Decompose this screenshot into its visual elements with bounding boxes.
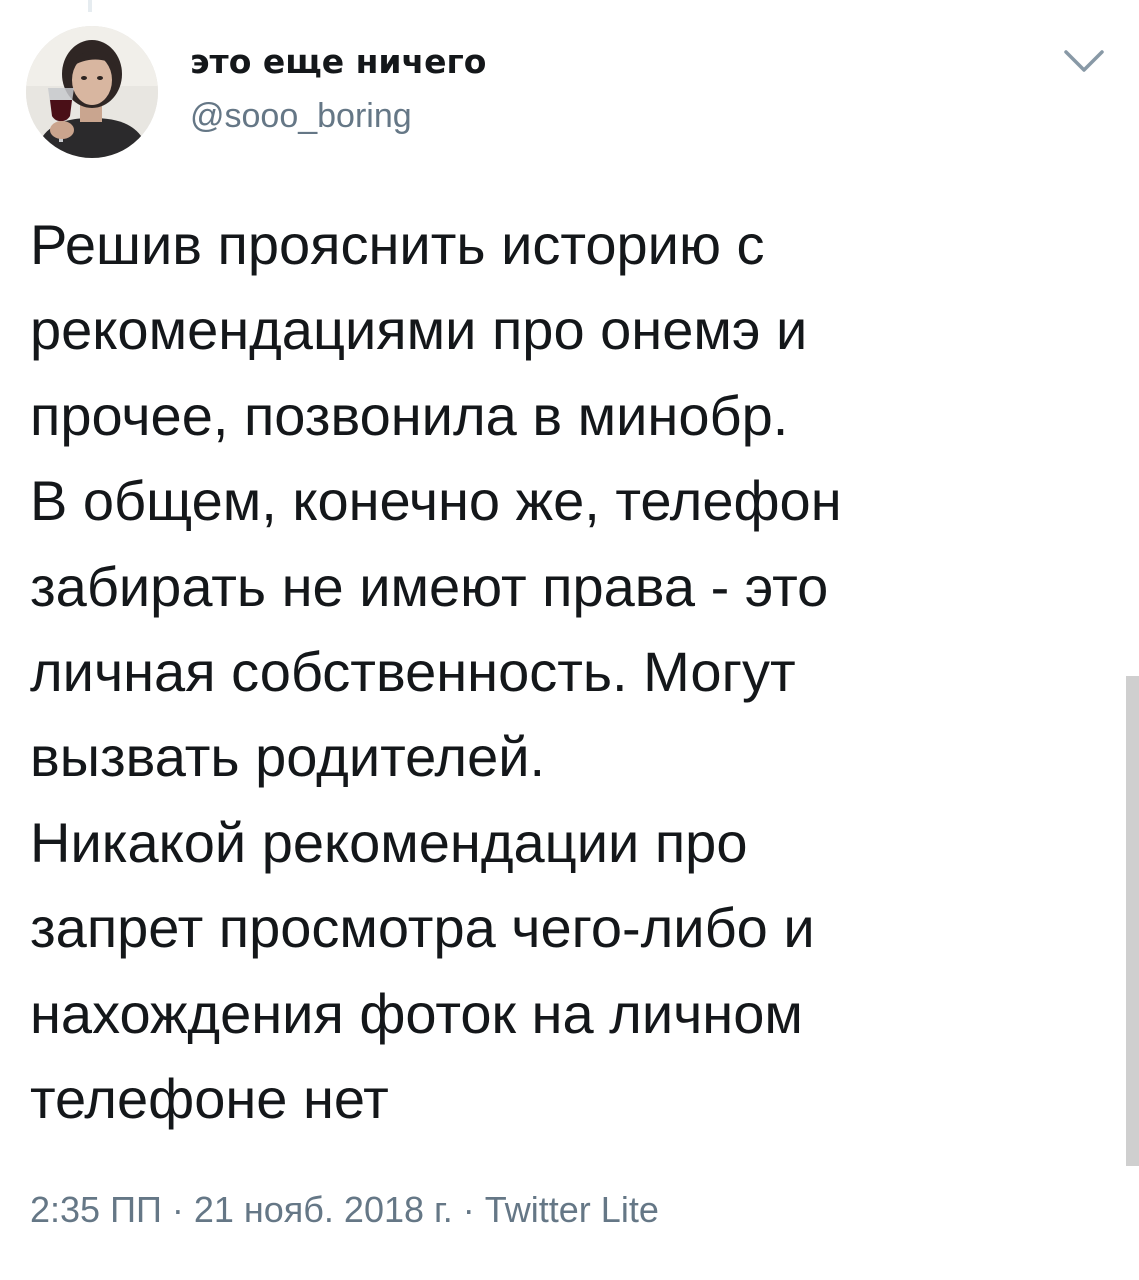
thread-connector-line (88, 0, 92, 12)
tweet-timestamp[interactable]: 2:35 ПП · 21 нояб. 2018 г. (30, 1189, 453, 1230)
tweet-date: 21 нояб. 2018 г. (193, 1189, 453, 1230)
scrollbar-thumb[interactable] (1126, 676, 1139, 1166)
tweet-screen: это еще ничего @sooo_boring Решив проясн… (0, 0, 1139, 1280)
chevron-down-icon[interactable] (1060, 46, 1108, 78)
tweet-metadata: 2:35 ПП · 21 нояб. 2018 г. · Twitter Lit… (30, 1188, 659, 1232)
meta-separator: · (462, 1189, 475, 1230)
user-handle[interactable]: @sooo_boring (190, 96, 412, 136)
tweet-text: Решив прояснить историю с рекомендациями… (30, 213, 842, 1131)
display-name[interactable]: это еще ничего (190, 42, 486, 82)
meta-separator: · (171, 1189, 184, 1230)
tweet-source: Twitter Lite (484, 1189, 659, 1230)
avatar[interactable] (26, 26, 158, 158)
avatar-image (26, 26, 158, 158)
tweet-time: 2:35 ПП (30, 1189, 162, 1230)
